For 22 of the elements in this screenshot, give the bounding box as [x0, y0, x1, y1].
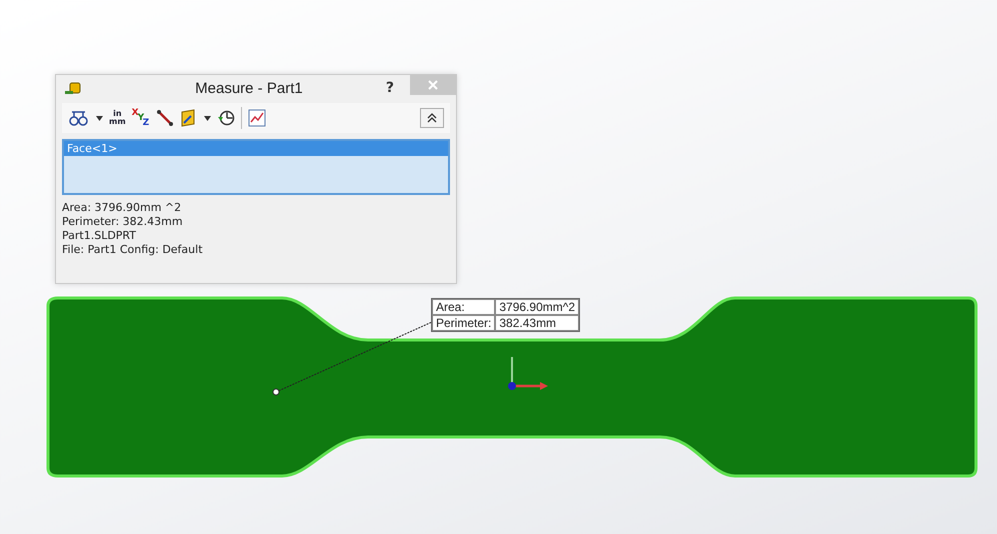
callout-value: 382.43mm [495, 315, 580, 331]
double-chevron-icon [427, 113, 437, 123]
help-button[interactable]: ? [376, 80, 404, 96]
sensor-graph-icon[interactable] [248, 109, 266, 127]
result-text: Part1.SLDPRT [62, 229, 137, 243]
result-text: Area: 3796.90mm ^2 [62, 201, 182, 215]
close-icon [428, 80, 438, 90]
history-icon[interactable] [216, 109, 235, 127]
collapse-button[interactable] [420, 108, 444, 128]
window-title: Measure - Part1 [194, 80, 304, 96]
caret-icon[interactable] [204, 116, 211, 120]
callout-value: 3796.90mm^2 [495, 299, 580, 315]
units-button[interactable]: in mm [109, 110, 126, 126]
callout-label: Perimeter: [432, 315, 496, 331]
result-text: File: Part1 Config: Default [62, 243, 204, 257]
result-text: Perimeter: 382.43mm [62, 215, 184, 229]
caret-icon[interactable] [96, 116, 103, 120]
point-marker [272, 388, 280, 396]
coordinates-button[interactable]: XYZ [132, 108, 150, 128]
callout-label: Area: [432, 299, 496, 315]
origin-axes-icon [508, 357, 548, 390]
point-to-point-icon[interactable] [156, 109, 174, 127]
